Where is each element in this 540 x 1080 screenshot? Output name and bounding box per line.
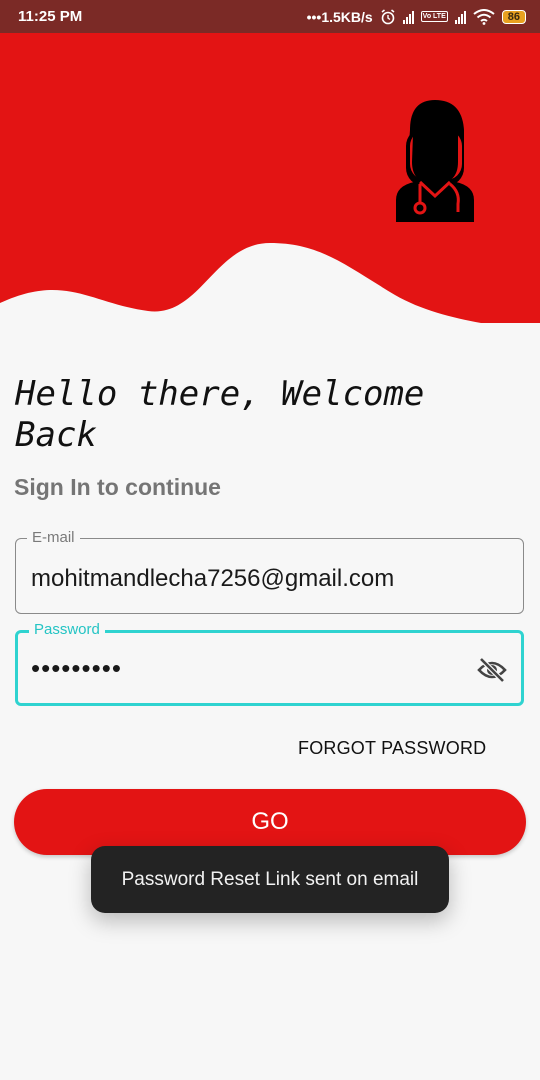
email-field[interactable]: E-mail mohitmandlecha7256@gmail.com (15, 529, 524, 614)
password-field[interactable]: Password ••••••••• (15, 621, 524, 706)
wifi-icon (473, 8, 495, 25)
status-time: 11:25 PM (18, 8, 83, 25)
greeting-heading: Hello there, Welcome Back (15, 374, 425, 455)
net-speed: •••1.5KB/s (306, 8, 373, 25)
email-label: E-mail (27, 529, 80, 547)
password-label: Password (29, 621, 105, 639)
status-icons: •••1.5KB/s Vo LTE 86 (307, 9, 526, 25)
password-value[interactable]: ••••••••• (31, 653, 122, 684)
forgot-password-link[interactable]: FORGOT PASSWORD (298, 738, 486, 759)
alarm-icon (381, 8, 395, 24)
status-bar: 11:25 PM •••1.5KB/s Vo LTE 86 (0, 0, 540, 33)
signin-subtitle: Sign In to continue (14, 474, 221, 500)
visibility-off-icon[interactable] (477, 657, 507, 683)
signal-icon-2 (454, 10, 466, 24)
doctor-avatar-icon (396, 100, 474, 222)
toast-text: Password Reset Link sent on email (121, 868, 419, 890)
toast-message: Password Reset Link sent on email (91, 846, 449, 913)
volte-badge: Vo LTE (420, 11, 448, 22)
email-value[interactable]: mohitmandlecha7256@gmail.com (31, 565, 394, 593)
battery-indicator: 86 (501, 9, 526, 24)
signal-icon-1 (402, 10, 414, 24)
